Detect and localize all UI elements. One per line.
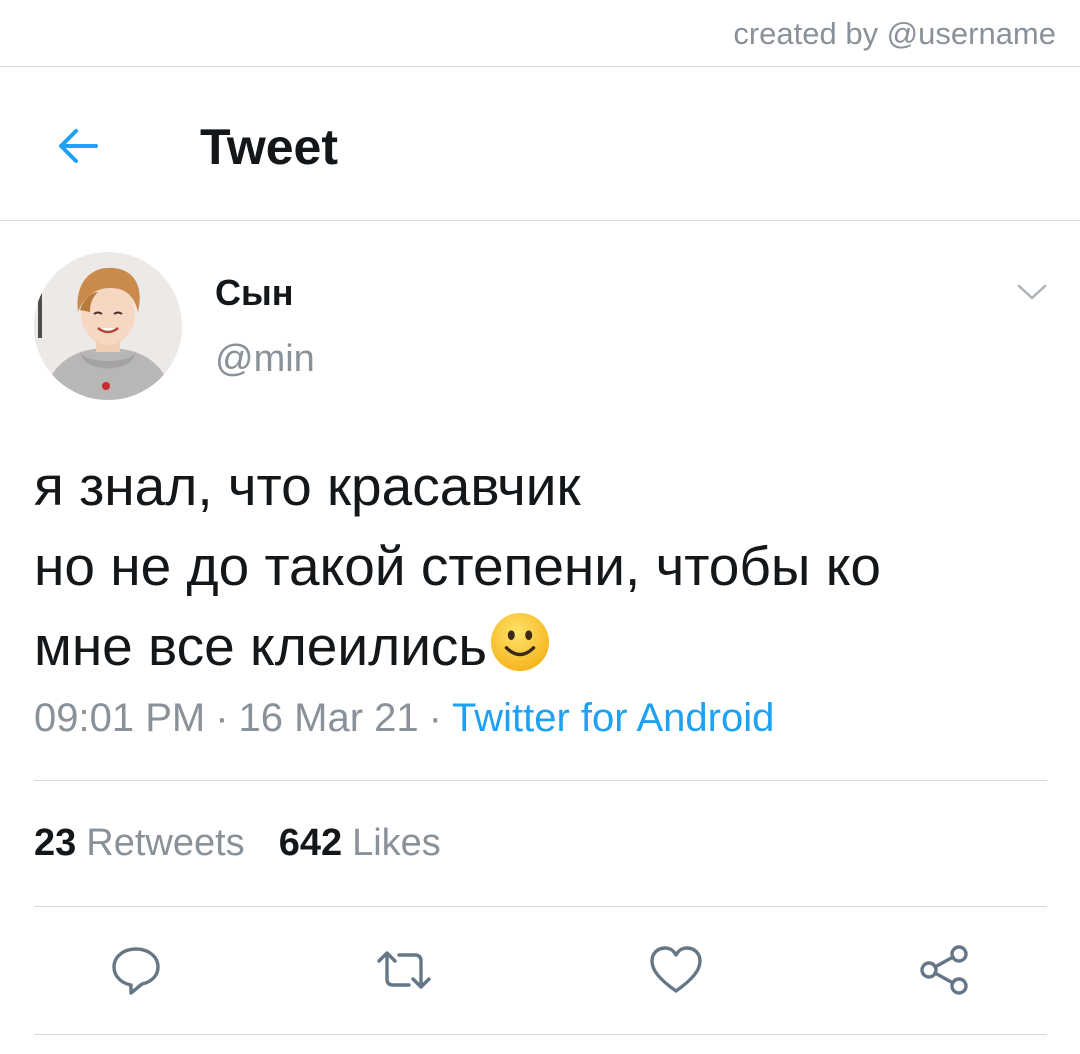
tweet-line: но не до такой степени, чтобы ко <box>34 535 881 597</box>
heart-icon <box>650 946 702 993</box>
tweet-line: я знал, что красавчик <box>34 455 581 517</box>
page-title: Tweet <box>200 119 338 175</box>
credit-text: created by @username <box>733 16 1056 51</box>
tweet-line-text: мне все клеились <box>34 615 488 677</box>
arrow-left-icon <box>59 129 98 163</box>
tweet-line-last: мне все клеились <box>34 606 1054 694</box>
author-display-name[interactable]: Сын <box>215 272 294 314</box>
meta-separator: · <box>428 696 442 740</box>
stats-divider <box>34 906 1047 907</box>
tweet-meta: 09:01 PM · 16 Mar 21 · Twitter for Android <box>34 696 774 741</box>
tweet-source-link[interactable]: Twitter for Android <box>452 696 774 740</box>
tweet-page: created by @username Tweet Сын @min я зн… <box>0 0 1080 1054</box>
reply-button[interactable] <box>104 938 168 1002</box>
likes-stat[interactable]: 642 Likes <box>279 822 441 864</box>
meta-separator: · <box>215 696 229 740</box>
share-icon <box>920 945 968 995</box>
tweet-stats: 23 Retweets 642 Likes <box>34 822 441 865</box>
top-divider <box>0 66 1080 67</box>
retweet-icon <box>377 951 431 989</box>
retweets-count: 23 <box>34 822 77 864</box>
tweet-date: 16 Mar 21 <box>238 696 419 740</box>
slightly-smiling-face-icon <box>489 611 551 694</box>
speech-bubble-icon <box>112 947 160 995</box>
likes-label: Likes <box>352 822 441 864</box>
back-button[interactable] <box>52 120 104 172</box>
retweets-label: Retweets <box>86 822 245 864</box>
share-button[interactable] <box>912 938 976 1002</box>
avatar[interactable] <box>34 252 182 400</box>
avatar-image <box>34 252 182 400</box>
retweet-button[interactable] <box>372 938 436 1002</box>
header-divider <box>0 220 1080 221</box>
retweets-stat[interactable]: 23 Retweets <box>34 822 245 864</box>
tweet-text: я знал, что красавчик но не до такой сте… <box>34 446 1054 694</box>
chevron-down-icon <box>1017 284 1047 300</box>
meta-divider <box>34 780 1047 781</box>
tweet-time: 09:01 PM <box>34 696 206 740</box>
author-handle[interactable]: @min <box>215 338 315 381</box>
like-button[interactable] <box>644 938 708 1002</box>
tweet-menu-button[interactable] <box>1012 276 1052 308</box>
bottom-divider <box>34 1034 1047 1035</box>
likes-count: 642 <box>278 822 343 864</box>
